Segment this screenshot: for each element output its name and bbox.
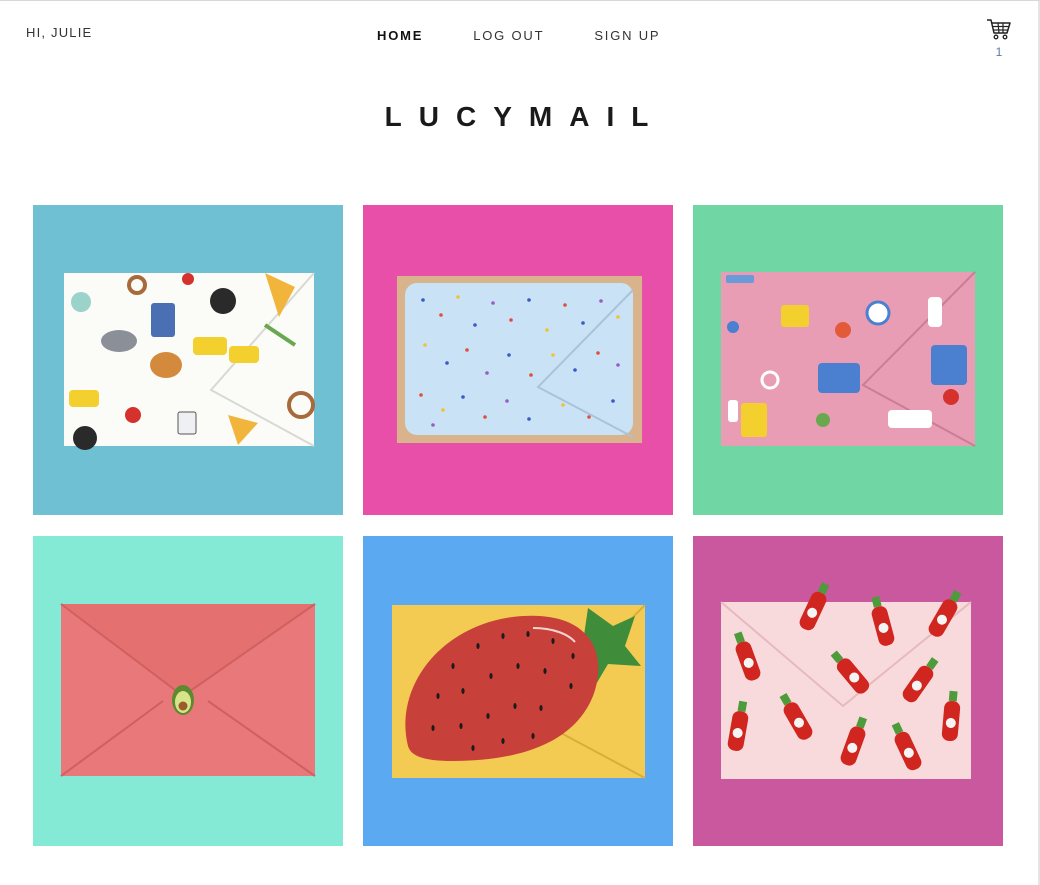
sriracha-envelope-image	[693, 536, 1003, 846]
product-tile-strawberry[interactable]	[363, 536, 673, 846]
nav-log-out[interactable]: LOG OUT	[473, 28, 544, 43]
avocado-envelope-image	[33, 536, 343, 846]
avocado-sticker	[172, 685, 194, 715]
shopping-cart-icon	[987, 19, 1011, 40]
strawberry-envelope-image	[363, 536, 673, 846]
nav-home[interactable]: HOME	[377, 28, 423, 43]
birth-control-envelope-image	[693, 205, 1003, 515]
product-tile-birth-control[interactable]	[693, 205, 1003, 515]
product-tile-new-york[interactable]	[33, 205, 343, 515]
product-tile-sprinkles[interactable]	[363, 205, 673, 515]
cart-button[interactable]: 1	[985, 17, 1013, 59]
product-tile-sriracha[interactable]	[693, 536, 1003, 846]
cart-count: 1	[995, 45, 1003, 59]
user-greeting: HI, JULIE	[26, 25, 93, 40]
sprinkles-envelope-image	[363, 205, 673, 515]
site-logo[interactable]: LUCYMAIL	[0, 101, 1040, 133]
main-nav: HOME LOG OUT SIGN UP	[377, 28, 710, 43]
new-york-envelope-image	[33, 205, 343, 515]
nav-sign-up[interactable]: SIGN UP	[594, 28, 660, 43]
product-grid	[33, 205, 1003, 846]
product-tile-avocado[interactable]	[33, 536, 343, 846]
